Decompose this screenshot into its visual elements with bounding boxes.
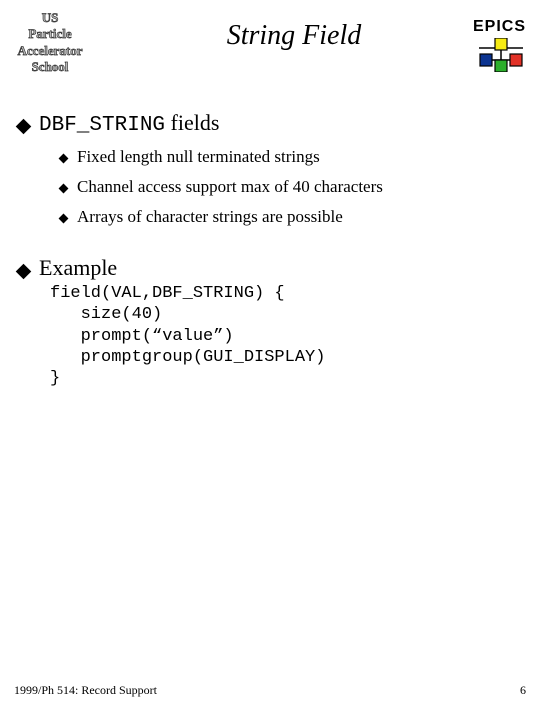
epics-logo-icon [476, 38, 526, 72]
code-example: field(VAL,DBF_STRING) { size(40) prompt(… [18, 283, 530, 389]
bullet-level1: DBF_STRING fields [18, 110, 530, 137]
logo-line-1: US [10, 10, 90, 26]
diamond-bullet-icon [59, 154, 69, 164]
slide-title: String Field [90, 8, 473, 52]
bullet-level2: Fixed length null terminated strings [60, 147, 530, 167]
footer-left: 1999/Ph 514: Record Support [14, 683, 157, 698]
epics-branding: EPICS [473, 8, 530, 72]
sub-bullet-list: Fixed length null terminated strings Cha… [18, 147, 530, 227]
bullet-text: Example [39, 255, 117, 281]
diamond-bullet-icon [16, 119, 32, 135]
bullet-text: Channel access support max of 40 charact… [77, 177, 383, 197]
slide-header: US Particle Accelerator School String Fi… [0, 0, 540, 90]
bullet-level2: Arrays of character strings are possible [60, 207, 530, 227]
page-number: 6 [520, 683, 526, 698]
slide-body: DBF_STRING fields Fixed length null term… [0, 90, 540, 389]
logo-line-2: Particle [10, 26, 90, 42]
bullet-level2: Channel access support max of 40 charact… [60, 177, 530, 197]
diamond-bullet-icon [59, 184, 69, 194]
code-term: DBF_STRING [39, 114, 165, 137]
slide-footer: 1999/Ph 514: Record Support 6 [14, 683, 526, 698]
bullet-level1: Example [18, 255, 530, 281]
epics-label: EPICS [473, 18, 526, 36]
bullet-text: Fixed length null terminated strings [77, 147, 320, 167]
bullet-text: DBF_STRING fields [39, 110, 219, 137]
diamond-bullet-icon [16, 264, 32, 280]
bullet-text: Arrays of character strings are possible [77, 207, 343, 227]
logo-line-4: School [10, 59, 90, 75]
uspas-logo: US Particle Accelerator School [10, 8, 90, 75]
logo-line-3: Accelerator [10, 43, 90, 59]
bullet-suffix: fields [165, 110, 219, 135]
diamond-bullet-icon [59, 214, 69, 224]
